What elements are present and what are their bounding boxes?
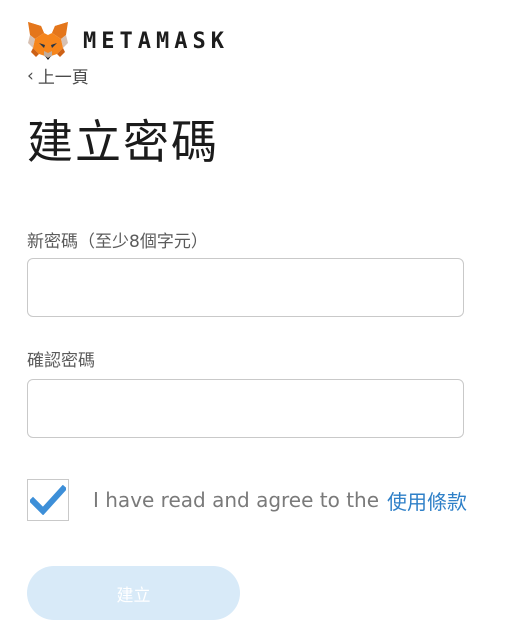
confirm-password-input[interactable] xyxy=(27,379,464,438)
terms-of-use-link[interactable]: 使用條款 xyxy=(387,486,467,515)
create-password-page: METAMASK ‹ 上一頁 建立密碼 新密碼（至少8個字元） 確認密碼 I h… xyxy=(0,0,512,644)
back-link[interactable]: ‹ 上一頁 xyxy=(27,63,89,89)
brand-wordmark: METAMASK xyxy=(83,28,229,54)
chevron-left-icon: ‹ xyxy=(27,65,34,86)
checkmark-icon xyxy=(30,485,66,515)
create-button[interactable]: 建立 xyxy=(27,566,240,620)
logo: METAMASK xyxy=(27,20,229,62)
terms-row: I have read and agree to the 使用條款 xyxy=(27,478,467,522)
new-password-label: 新密碼（至少8個字元） xyxy=(27,232,208,252)
confirm-password-label: 確認密碼 xyxy=(27,351,95,371)
new-password-input[interactable] xyxy=(27,258,464,317)
terms-checkbox[interactable] xyxy=(27,479,69,521)
page-title: 建立密碼 xyxy=(27,115,219,169)
back-link-label: 上一頁 xyxy=(37,68,89,88)
terms-text: I have read and agree to the xyxy=(93,488,380,512)
metamask-fox-icon xyxy=(28,22,68,60)
